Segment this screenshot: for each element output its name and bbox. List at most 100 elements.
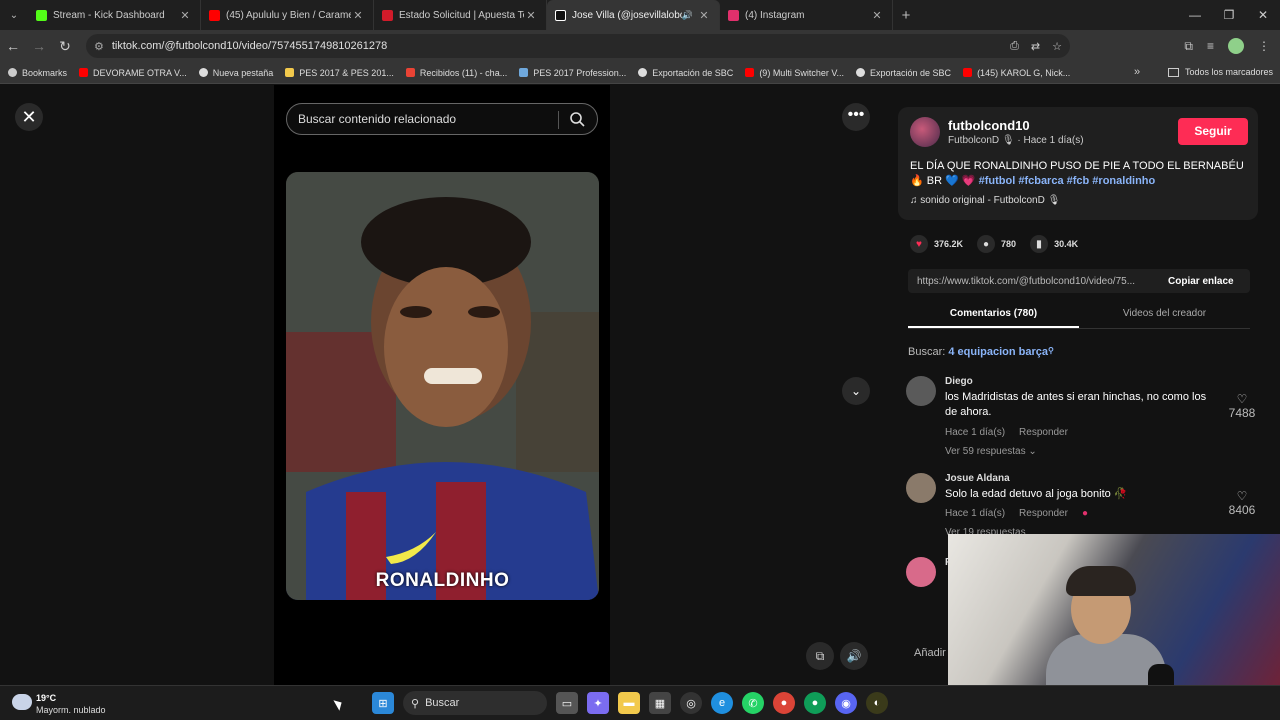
pes-icon (519, 68, 529, 77)
search-icon[interactable] (569, 111, 585, 127)
profile-avatar-icon[interactable] (1228, 38, 1244, 54)
volume-icon[interactable]: 🔊 (840, 642, 868, 670)
copilot-icon[interactable]: ✦ (587, 692, 609, 714)
tab-tiktok[interactable]: Jose Villa (@josevillalobos4 🔊 ✕ (547, 0, 720, 30)
commenter-avatar[interactable] (906, 473, 936, 503)
new-tab-button[interactable]: + (893, 7, 919, 24)
bookmark-item[interactable]: PES 2017 Profession... (519, 68, 626, 78)
share-link-row: https://www.tiktok.com/@futbolcond10/vid… (908, 269, 1250, 293)
forward-icon[interactable]: → (26, 38, 52, 54)
bookmark-label: PES 2017 & PES 201... (299, 67, 394, 78)
discord-icon[interactable]: ◉ (835, 692, 857, 714)
comment-like[interactable]: ♡ 7488 (1222, 392, 1262, 420)
maximize-icon[interactable]: ❐ (1212, 0, 1246, 30)
bookmark-item[interactable]: PES 2017 & PES 201... (285, 68, 394, 78)
share-link[interactable]: https://www.tiktok.com/@futbolcond10/vid… (908, 276, 1160, 287)
tab-kick[interactable]: Stream - Kick Dashboard ✕ (28, 0, 201, 30)
address-bar[interactable]: ⚙ tiktok.com/@futbolcond10/video/7574551… (86, 34, 1070, 58)
chrome-icon[interactable]: ● (773, 692, 795, 714)
windows-start-icon[interactable]: ⊞ (372, 692, 394, 714)
copy-link-button[interactable]: Copiar enlace (1160, 276, 1234, 287)
tab-title: (4) Instagram (745, 9, 805, 21)
comment-search-suggestion[interactable]: Buscar: 4 equipacion barça⚲ (908, 346, 1054, 358)
address-url[interactable]: tiktok.com/@futbolcond10/video/757455174… (112, 40, 387, 52)
speaker-icon[interactable]: 🔊 (682, 10, 693, 21)
weather-condition: Mayorm. nublado (36, 705, 106, 715)
bookmark-item[interactable]: Exportación de SBC (856, 68, 951, 78)
reload-icon[interactable]: ↻ (52, 38, 78, 55)
like-stat[interactable]: ♥ 376.2K (910, 235, 963, 253)
close-icon[interactable]: ✕ (178, 9, 192, 22)
back-icon[interactable]: ← (0, 38, 26, 54)
extensions-icon[interactable]: ⧉ (1184, 39, 1193, 54)
site-info-icon[interactable]: ⚙ (94, 40, 104, 53)
reply-button[interactable]: Responder (1019, 427, 1068, 438)
close-window-icon[interactable]: ✕ (1246, 0, 1280, 30)
author-avatar[interactable] (910, 117, 940, 147)
extensions-area: ⧉ ≡ ⋮ (1184, 34, 1270, 58)
bookmark-item[interactable]: Nueva pestaña (198, 68, 273, 78)
comment-like[interactable]: ♡ 8406 (1222, 489, 1256, 517)
bookmark-item[interactable]: Recibidos (11) - cha... (405, 68, 507, 78)
tab-title: (45) Apululu y Bien / Caramelo (226, 9, 351, 21)
hashtags[interactable]: #futbol #fcbarca #fcb #ronaldinho (979, 175, 1156, 187)
youtube-icon (745, 68, 755, 77)
chrome-profile-icon[interactable]: ● (804, 692, 826, 714)
bookmark-star-icon[interactable]: ☆ (1052, 40, 1062, 53)
tab-comments[interactable]: Comentarios (780) (908, 305, 1079, 328)
commenter-avatar[interactable] (906, 376, 936, 406)
captions-icon[interactable]: ⧉ (806, 642, 834, 670)
comment-stat[interactable]: ● 780 (977, 235, 1016, 253)
bookmark-label: DEVORAME OTRA V... (93, 67, 187, 78)
author-username[interactable]: futbolcond10 (948, 118, 1030, 133)
globe-icon (856, 68, 866, 77)
close-icon[interactable]: ✕ (697, 9, 711, 22)
bookmarks-overflow-icon[interactable]: » (1134, 66, 1140, 78)
bookmark-item[interactable]: DEVORAME OTRA V... (79, 68, 187, 78)
obs-icon[interactable]: ◐ (866, 692, 888, 714)
heart-icon: ♥ (910, 235, 928, 253)
menu-icon[interactable]: ⋮ (1258, 39, 1270, 53)
commenter-name[interactable]: Diego (945, 376, 973, 387)
close-icon[interactable]: ✕ (524, 9, 538, 22)
commenter-avatar[interactable] (906, 557, 936, 587)
related-search-input[interactable]: Buscar contenido relacionado (286, 103, 598, 135)
more-options-button[interactable]: ••• (842, 103, 870, 131)
view-replies[interactable]: Ver 59 respuestas ⌄ (945, 446, 1037, 457)
reply-button[interactable]: Responder (1019, 508, 1068, 519)
store-icon[interactable]: ▦ (649, 692, 671, 714)
bookmark-item[interactable]: Exportación de SBC (638, 68, 733, 78)
tab-youtube[interactable]: (45) Apululu y Bien / Caramelo ✕ (201, 0, 374, 30)
bookmark-item[interactable]: (145) KAROL G, Nick... (963, 68, 1070, 78)
next-video-button[interactable]: ⌄ (842, 377, 870, 405)
close-icon[interactable]: ✕ (870, 9, 884, 22)
close-video-button[interactable]: ✕ (15, 103, 43, 131)
minimize-icon[interactable]: — (1178, 0, 1212, 30)
save-stat[interactable]: ▮ 30.4K (1030, 235, 1078, 253)
task-view-icon[interactable]: ▭ (556, 692, 578, 714)
file-explorer-icon[interactable]: ▬ (618, 692, 640, 714)
edge-icon[interactable]: e (711, 692, 733, 714)
bookmark-item[interactable]: Bookmarks (8, 68, 67, 78)
weather-widget[interactable]: 19°C Mayorm. nublado (12, 690, 122, 718)
install-icon[interactable]: ⎙ (1010, 40, 1019, 53)
close-icon[interactable]: ✕ (351, 9, 365, 22)
tab-instagram[interactable]: (4) Instagram ✕ (720, 0, 893, 30)
comment-count: 780 (1001, 239, 1017, 249)
bookmark-item[interactable]: (9) Multi Switcher V... (745, 68, 844, 78)
taskbar-search[interactable]: ⚲ Buscar (403, 691, 547, 715)
tab-creator-videos[interactable]: Videos del creador (1079, 305, 1250, 328)
app-icon[interactable]: ◎ (680, 692, 702, 714)
heart-outline-icon: ♡ (1236, 392, 1248, 406)
search-query[interactable]: 4 equipacion barça (948, 346, 1048, 358)
commenter-name[interactable]: Josue Aldana (945, 473, 1010, 484)
sound-link[interactable]: ♫ sonido original - FutbolconD 🎙 (910, 195, 1060, 206)
video-player[interactable]: RONALDINHO (286, 172, 599, 600)
all-bookmarks[interactable]: Todos los marcadores (1168, 67, 1273, 77)
follow-button[interactable]: Seguir (1178, 118, 1248, 145)
whatsapp-icon[interactable]: ✆ (742, 692, 764, 714)
translate-icon[interactable]: ⇄ (1031, 40, 1040, 53)
tab-apuesta[interactable]: Estado Solicitud | Apuesta Total ✕ (374, 0, 547, 30)
media-icon[interactable]: ≡ (1207, 39, 1214, 53)
tab-search-button[interactable]: ⌄ (0, 1, 28, 29)
